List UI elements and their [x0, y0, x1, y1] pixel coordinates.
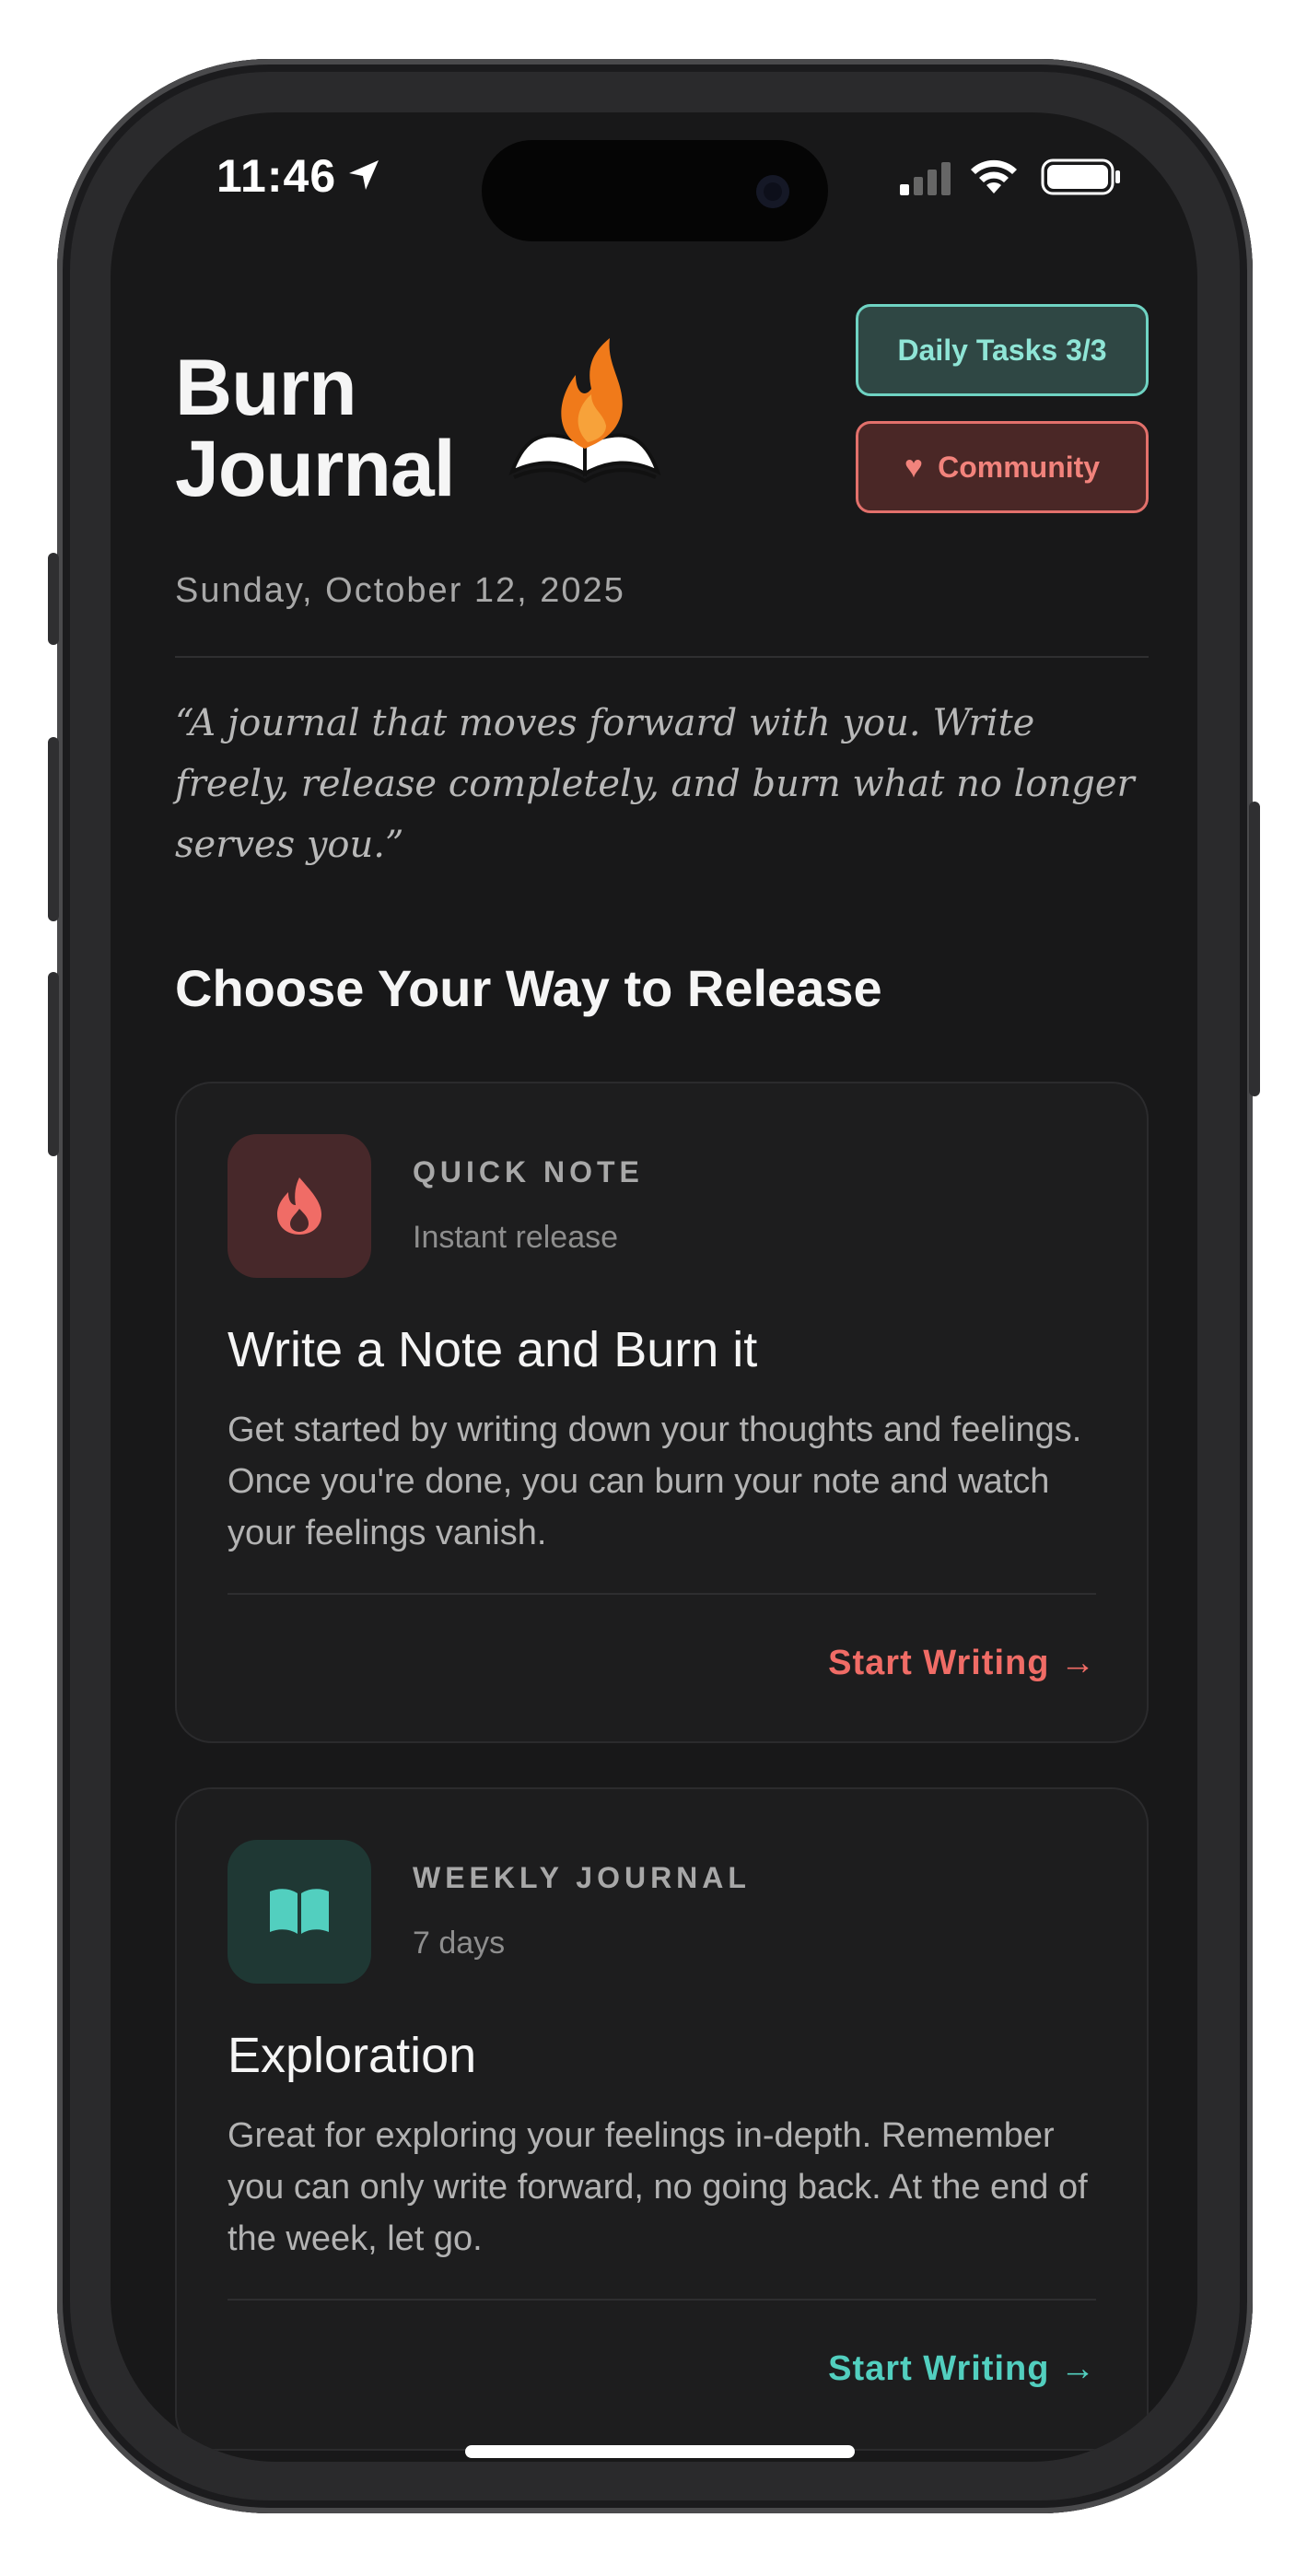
status-time: 11:46	[216, 150, 337, 202]
daily-tasks-button[interactable]: Daily Tasks 3/3	[856, 304, 1149, 396]
power-button	[1249, 802, 1260, 1096]
intro-quote: “A journal that moves forward with you. …	[175, 702, 1135, 866]
location-arrow-icon	[349, 160, 379, 190]
card-subtitle: 7 days	[413, 1926, 506, 1961]
start-writing-quick-note-button[interactable]: Start Writing →	[828, 1644, 1096, 1683]
volume-up-button	[48, 737, 59, 921]
weekly-journal-card[interactable]: WEEKLY JOURNAL 7 days Exploration Great …	[175, 1787, 1149, 2451]
burning-book-logo	[508, 338, 661, 484]
volume-down-button	[48, 972, 59, 1156]
card-description: Get started by writing down your thought…	[228, 1411, 1082, 1552]
card-kicker: WEEKLY JOURNAL	[413, 1861, 751, 1894]
community-label: Community	[938, 450, 1101, 484]
flame-icon	[277, 1177, 321, 1235]
heart-icon: ♥	[904, 449, 924, 485]
card-heading: Write a Note and Burn it	[228, 1322, 758, 1377]
community-button[interactable]: ♥ Community	[856, 421, 1149, 513]
app-title: Burn Journal	[175, 344, 456, 513]
wifi-icon	[971, 159, 1017, 193]
app-screen: 11:46 Burn Journal Daily Tasks 3/3 ♥ Com…	[111, 112, 1197, 2462]
card-divider	[228, 1593, 1096, 1595]
home-indicator[interactable]	[465, 2445, 855, 2458]
open-book-icon	[270, 1889, 329, 1934]
status-bar: 11:46	[111, 149, 1197, 214]
card-kicker: QUICK NOTE	[413, 1155, 644, 1188]
battery-icon	[1041, 158, 1120, 195]
card-divider	[228, 2299, 1096, 2301]
current-date: Sunday, October 12, 2025	[175, 571, 625, 610]
section-title: Choose Your Way to Release	[175, 959, 882, 1017]
app-title-line1: Burn	[175, 344, 357, 432]
header-divider	[175, 656, 1149, 658]
quick-note-icon-box	[228, 1134, 371, 1278]
app-title-line2: Journal	[175, 425, 456, 513]
card-subtitle: Instant release	[413, 1220, 619, 1255]
cellular-signal-icon	[900, 162, 951, 195]
start-writing-weekly-journal-button[interactable]: Start Writing →	[828, 2349, 1096, 2389]
quick-note-card[interactable]: QUICK NOTE Instant release Write a Note …	[175, 1082, 1149, 1743]
card-heading: Exploration	[228, 2028, 477, 2083]
card-description: Great for exploring your feelings in-dep…	[228, 2116, 1088, 2258]
action-button	[48, 553, 59, 645]
weekly-journal-icon-box	[228, 1840, 371, 1984]
